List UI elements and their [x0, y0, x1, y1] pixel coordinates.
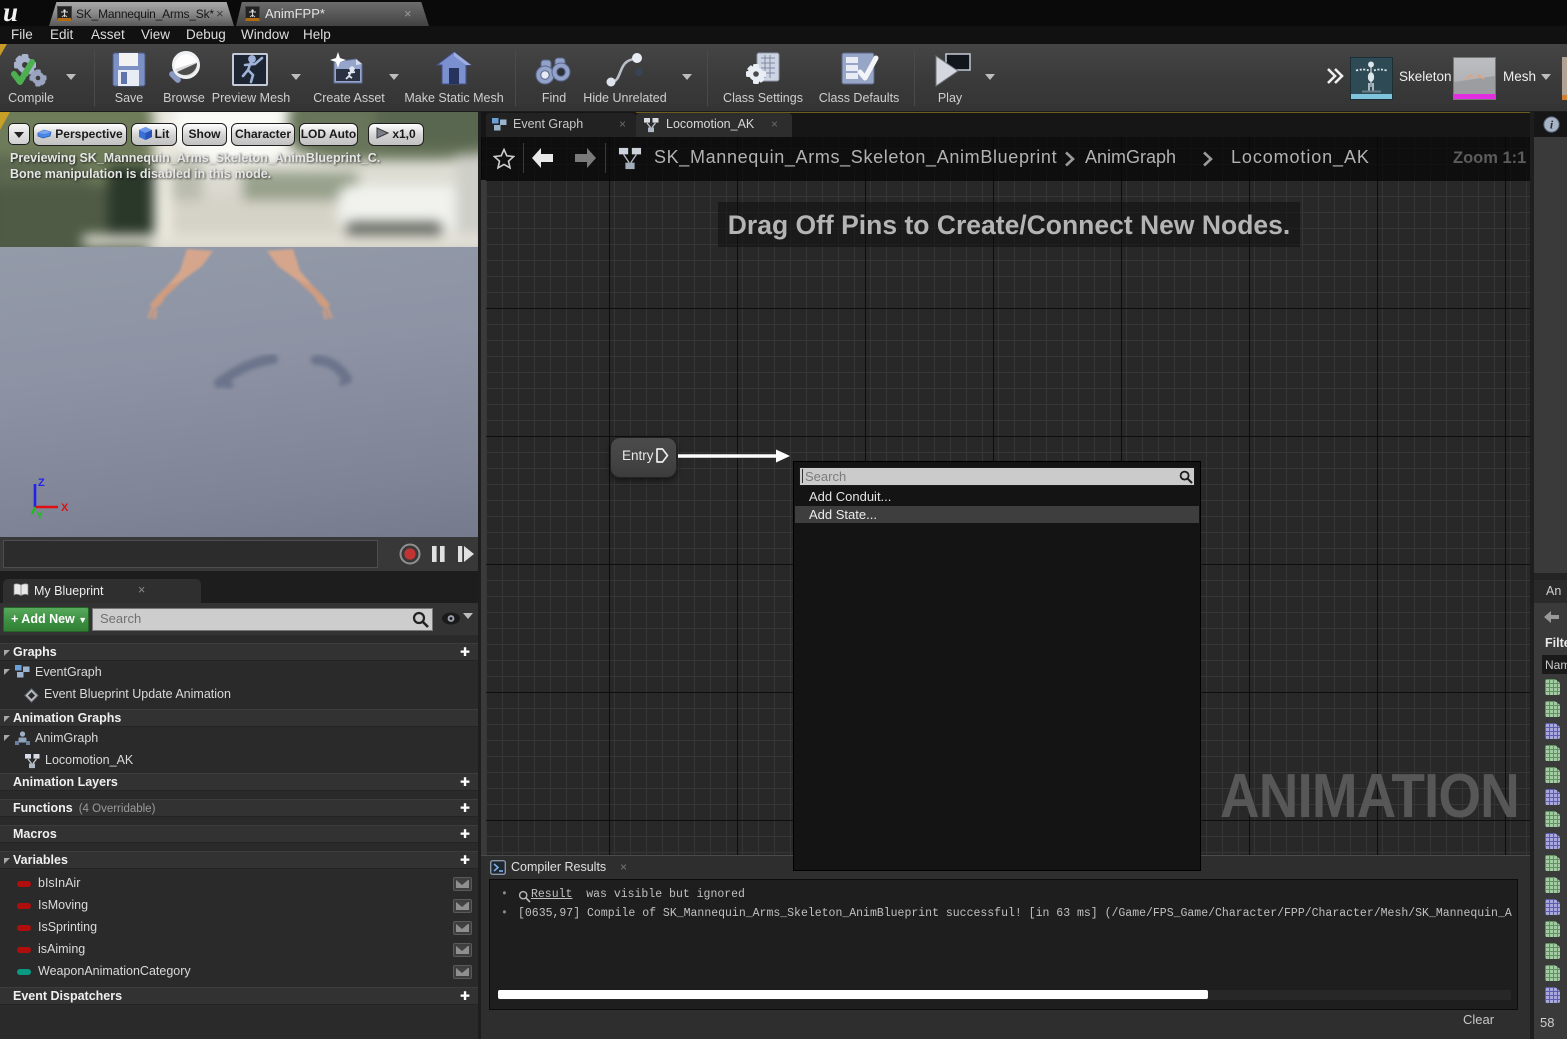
- svg-text:Z: Z: [38, 477, 45, 489]
- svg-text:Y: Y: [36, 510, 44, 522]
- svg-text:X: X: [61, 502, 69, 514]
